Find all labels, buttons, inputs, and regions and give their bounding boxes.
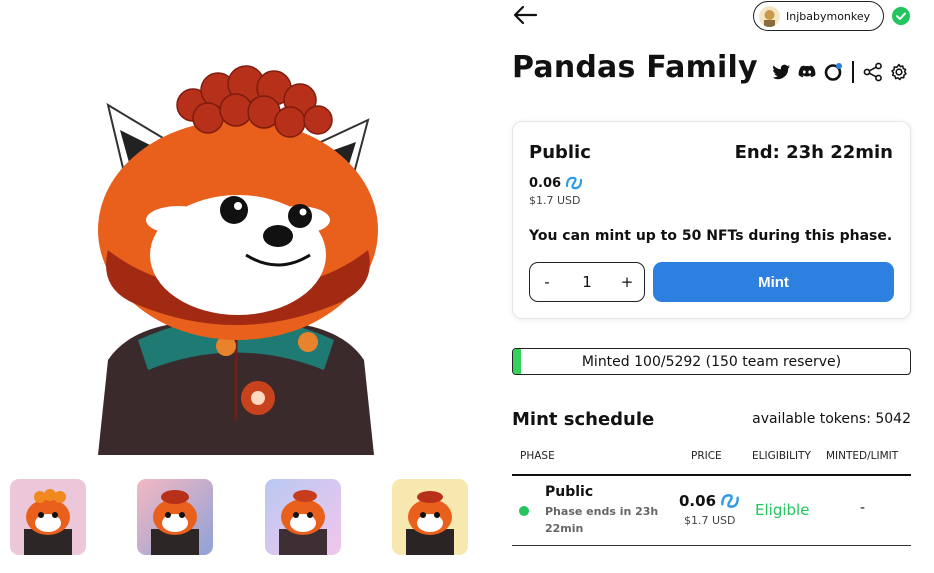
column-header-price: PRICE [691, 450, 722, 462]
table-header-divider [512, 474, 911, 476]
share-icon[interactable] [863, 62, 883, 82]
check-circle-icon [892, 7, 910, 25]
available-tokens: available tokens: 5042 [752, 411, 911, 427]
decrement-button[interactable]: - [540, 273, 554, 291]
user-wallet-chip[interactable]: Injbabymonkey [753, 1, 884, 31]
quantity-value[interactable]: 1 [582, 273, 592, 291]
collection-title: Pandas Family [512, 50, 758, 85]
thumbnail-3[interactable] [265, 479, 341, 555]
row-price-value: 0.06 [679, 492, 717, 510]
gear-icon[interactable] [889, 62, 909, 82]
thumbnail-2[interactable] [137, 479, 213, 555]
row-price-usd: $1.7 USD [684, 514, 736, 527]
phase-end-time: End: 23h 22min [734, 142, 893, 163]
column-header-minted: MINTED/LIMIT [826, 450, 899, 462]
mint-card: Public End: 23h 22min 0.06 $1.7 USD You … [512, 121, 911, 319]
table-bottom-divider [512, 545, 911, 546]
price-usd: $1.7 USD [529, 194, 581, 207]
social-links [771, 60, 909, 84]
row-phase-subtitle: Phase ends in 23h 22min [545, 505, 659, 535]
price-row: 0.06 [529, 173, 584, 193]
injective-token-icon [565, 176, 583, 190]
price-value: 0.06 [529, 175, 562, 191]
thumbnail-4[interactable] [392, 479, 468, 555]
phase-name: Public [529, 142, 591, 163]
twitter-icon[interactable] [771, 62, 791, 82]
mint-limit-note: You can mint up to 50 NFTs during this p… [529, 228, 893, 244]
thumbnail-1[interactable] [10, 479, 86, 555]
quantity-stepper: - 1 + [529, 262, 645, 302]
website-icon[interactable] [823, 62, 843, 82]
username: Injbabymonkey [786, 9, 871, 23]
row-price: 0.06 [679, 490, 741, 512]
column-header-phase: PHASE [520, 450, 555, 462]
injective-token-icon [721, 494, 739, 508]
row-phase-name: Public [545, 484, 594, 500]
row-eligibility: Eligible [755, 501, 810, 519]
column-header-eligibility: ELIGIBILITY [752, 450, 811, 462]
increment-button[interactable]: + [620, 273, 634, 291]
divider [852, 61, 854, 83]
schedule-title: Mint schedule [512, 409, 655, 430]
mint-progress-bar: Minted 100/5292 (150 team reserve) [512, 348, 911, 375]
discord-icon[interactable] [797, 62, 817, 82]
mint-button[interactable]: Mint [653, 262, 894, 302]
back-arrow-icon[interactable] [512, 4, 538, 26]
thumbnail-strip [10, 479, 470, 555]
row-minted-limit: - [860, 500, 866, 516]
avatar [759, 5, 780, 27]
nft-main-image [98, 65, 378, 455]
active-phase-indicator [519, 506, 529, 516]
progress-label: Minted 100/5292 (150 team reserve) [581, 353, 842, 370]
